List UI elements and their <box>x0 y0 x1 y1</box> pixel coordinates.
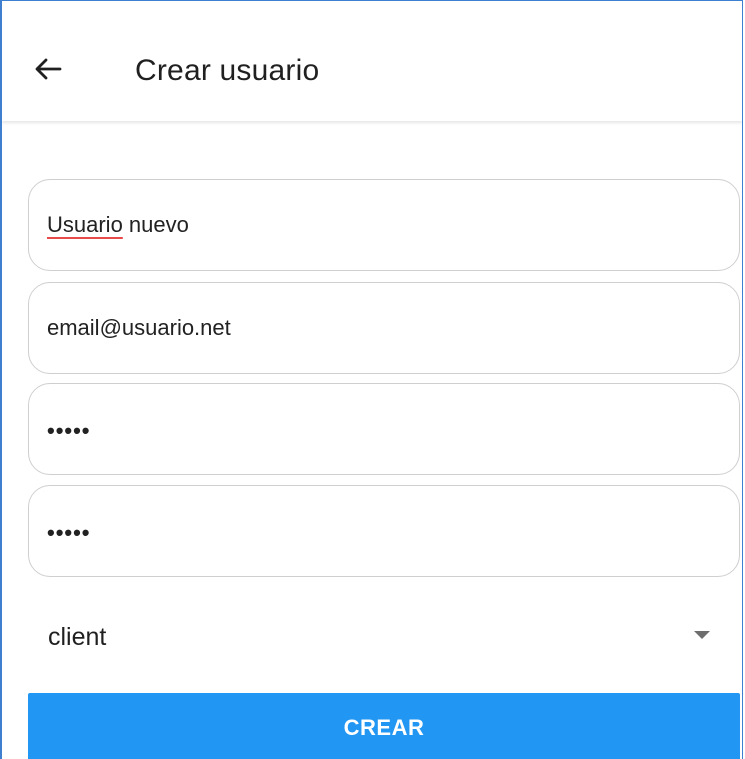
spellcheck-word: Usuario <box>47 212 123 237</box>
confirm-password-mask: ••••• <box>47 520 91 545</box>
role-selected-value: client <box>48 622 107 651</box>
email-value: email@usuario.net <box>47 315 231 340</box>
password-mask: ••••• <box>47 418 91 443</box>
back-button[interactable] <box>28 51 68 91</box>
password-field[interactable]: ••••• <box>28 383 740 475</box>
caret-down-icon <box>694 631 710 639</box>
confirm-password-field[interactable]: ••••• <box>28 485 740 577</box>
page-title: Crear usuario <box>135 54 320 87</box>
app-bar: Crear usuario <box>2 1 742 121</box>
create-button[interactable]: CREAR <box>28 693 740 759</box>
username-rest: nuevo <box>122 212 189 237</box>
email-field[interactable]: email@usuario.net <box>28 282 740 374</box>
role-select[interactable]: client <box>28 607 740 667</box>
username-field[interactable]: Usuario nuevo <box>28 179 740 271</box>
arrow-left-icon <box>34 57 62 86</box>
username-value: Usuario nuevo <box>47 212 189 238</box>
app-window: Crear usuario Usuario nuevo email@usuari… <box>0 0 743 759</box>
